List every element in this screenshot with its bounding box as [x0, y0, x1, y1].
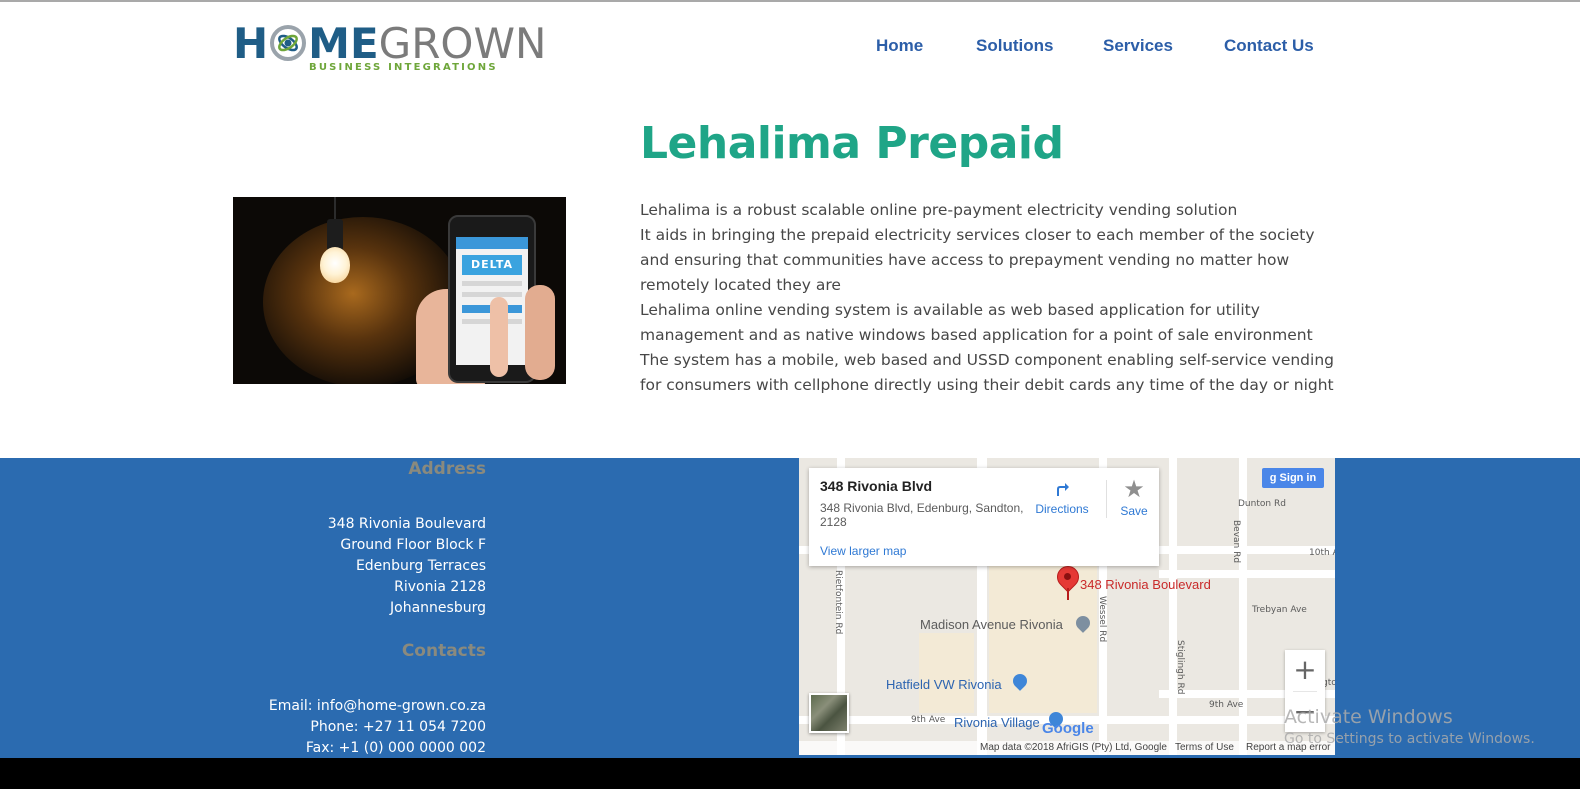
- address-line: Ground Floor Block F: [340, 537, 486, 553]
- contact-email[interactable]: Email: info@home-grown.co.za: [269, 698, 486, 714]
- top-border: [0, 0, 1580, 2]
- address-line: Edenburg Terraces: [355, 558, 486, 574]
- logo-letter-h: H: [233, 19, 269, 68]
- nav-contact-us[interactable]: Contact Us: [1224, 36, 1314, 56]
- street-label: Trebyan Ave: [1252, 605, 1307, 615]
- card-divider: [1106, 480, 1107, 518]
- address-line: Johannesburg: [390, 600, 486, 616]
- description-paragraph: Lehalima is a robust scalable online pre…: [640, 201, 1238, 219]
- description-paragraph: Lehalima online vending system is availa…: [640, 301, 1313, 344]
- address-heading: Address: [408, 459, 486, 479]
- place-address: 348 Rivonia Blvd, Edenburg, Sandton, 212…: [820, 501, 1024, 529]
- map-attribution: Map data ©2018 AfriGIS (Pty) Ltd, Google…: [799, 741, 1335, 755]
- logo-globe-icon: [269, 24, 307, 62]
- phone-app-brand: DELTA: [462, 255, 522, 275]
- hand-fingers-shape: [525, 285, 555, 380]
- street-label: Rietfontein Rd: [833, 570, 843, 635]
- finger-shape: [490, 297, 508, 377]
- directions-icon: [1053, 480, 1071, 498]
- poi-rivonia-village[interactable]: Rivonia Village: [954, 715, 1040, 730]
- map-data-credit: Map data ©2018 AfriGIS (Pty) Ltd, Google: [980, 742, 1167, 753]
- homegrown-logo[interactable]: H MEGROWN BUSINESS INTEGRATIONS: [233, 18, 546, 78]
- logo-wordmark: H MEGROWN: [233, 20, 546, 68]
- watermark-title: Activate Windows: [1284, 706, 1453, 728]
- embedded-map[interactable]: Dunton Rd 10th A Trebyan Ave Craigto 9th…: [799, 458, 1335, 755]
- windows-activation-watermark: Activate Windows Go to Settings to activ…: [1284, 706, 1535, 747]
- nav-home[interactable]: Home: [876, 36, 923, 56]
- star-icon: ★: [1123, 475, 1145, 503]
- directions-button[interactable]: Directions: [1030, 476, 1094, 516]
- sign-in-label: Sign in: [1279, 472, 1317, 484]
- poi-madison-avenue[interactable]: Madison Avenue Rivonia: [920, 617, 1063, 632]
- nav-services[interactable]: Services: [1103, 36, 1173, 56]
- watermark-subtitle: Go to Settings to activate Windows.: [1284, 731, 1535, 747]
- poi-hatfield-vw[interactable]: Hatfield VW Rivonia: [886, 677, 1002, 692]
- contact-phone[interactable]: Phone: +27 11 054 7200: [310, 719, 486, 735]
- address-line: Rivonia 2128: [394, 579, 486, 595]
- product-description: Lehalima is a robust scalable online pre…: [640, 198, 1340, 398]
- map-road: [1169, 458, 1177, 755]
- bulb-cord: [334, 197, 336, 221]
- bottom-black-bar: [0, 758, 1580, 789]
- google-g-icon: g: [1269, 472, 1280, 484]
- description-paragraph: It aids in bringing the prepaid electric…: [640, 226, 1315, 294]
- place-title: 348 Rivonia Blvd: [820, 478, 933, 494]
- marker-label: 348 Rivonia Boulevard: [1080, 577, 1211, 592]
- address-line: 348 Rivonia Boulevard: [327, 516, 486, 532]
- save-button[interactable]: ★ Save: [1114, 476, 1154, 518]
- logo-subtitle: BUSINESS INTEGRATIONS: [309, 62, 498, 73]
- map-info-card: 348 Rivonia Blvd 348 Rivonia Blvd, Edenb…: [809, 468, 1159, 566]
- map-sign-in-button[interactable]: g Sign in: [1262, 468, 1324, 488]
- hero-image: DELTA: [233, 197, 566, 384]
- google-logo: Google: [1042, 720, 1094, 737]
- map-block: [919, 633, 974, 713]
- street-label: Bevan Rd: [1231, 520, 1241, 564]
- street-label: Wessel Rd: [1097, 596, 1107, 643]
- view-larger-map-link[interactable]: View larger map: [820, 544, 906, 558]
- page-title: Lehalima Prepaid: [640, 118, 1064, 169]
- light-bulb-icon: [320, 247, 350, 283]
- street-label: Dunton Rd: [1238, 499, 1286, 509]
- save-label: Save: [1120, 504, 1148, 518]
- street-label: 9th Ave: [1209, 700, 1244, 710]
- street-label: 9th Ave: [911, 715, 946, 725]
- contacts-heading: Contacts: [401, 641, 486, 661]
- street-label: 10th A: [1309, 548, 1335, 558]
- logo-letters-me: ME: [308, 19, 379, 68]
- description-paragraph: The system has a mobile, web based and U…: [640, 351, 1334, 394]
- logo-letters-grown: GROWN: [378, 19, 547, 68]
- zoom-in-button[interactable]: +: [1285, 650, 1325, 690]
- nav-solutions[interactable]: Solutions: [976, 36, 1053, 56]
- directions-label: Directions: [1035, 502, 1089, 516]
- satellite-toggle[interactable]: [809, 693, 849, 733]
- street-label: Stiglingh Rd: [1175, 640, 1185, 695]
- terms-of-use-link[interactable]: Terms of Use: [1175, 742, 1234, 753]
- contact-fax: Fax: +1 (0) 000 0000 002: [305, 740, 486, 756]
